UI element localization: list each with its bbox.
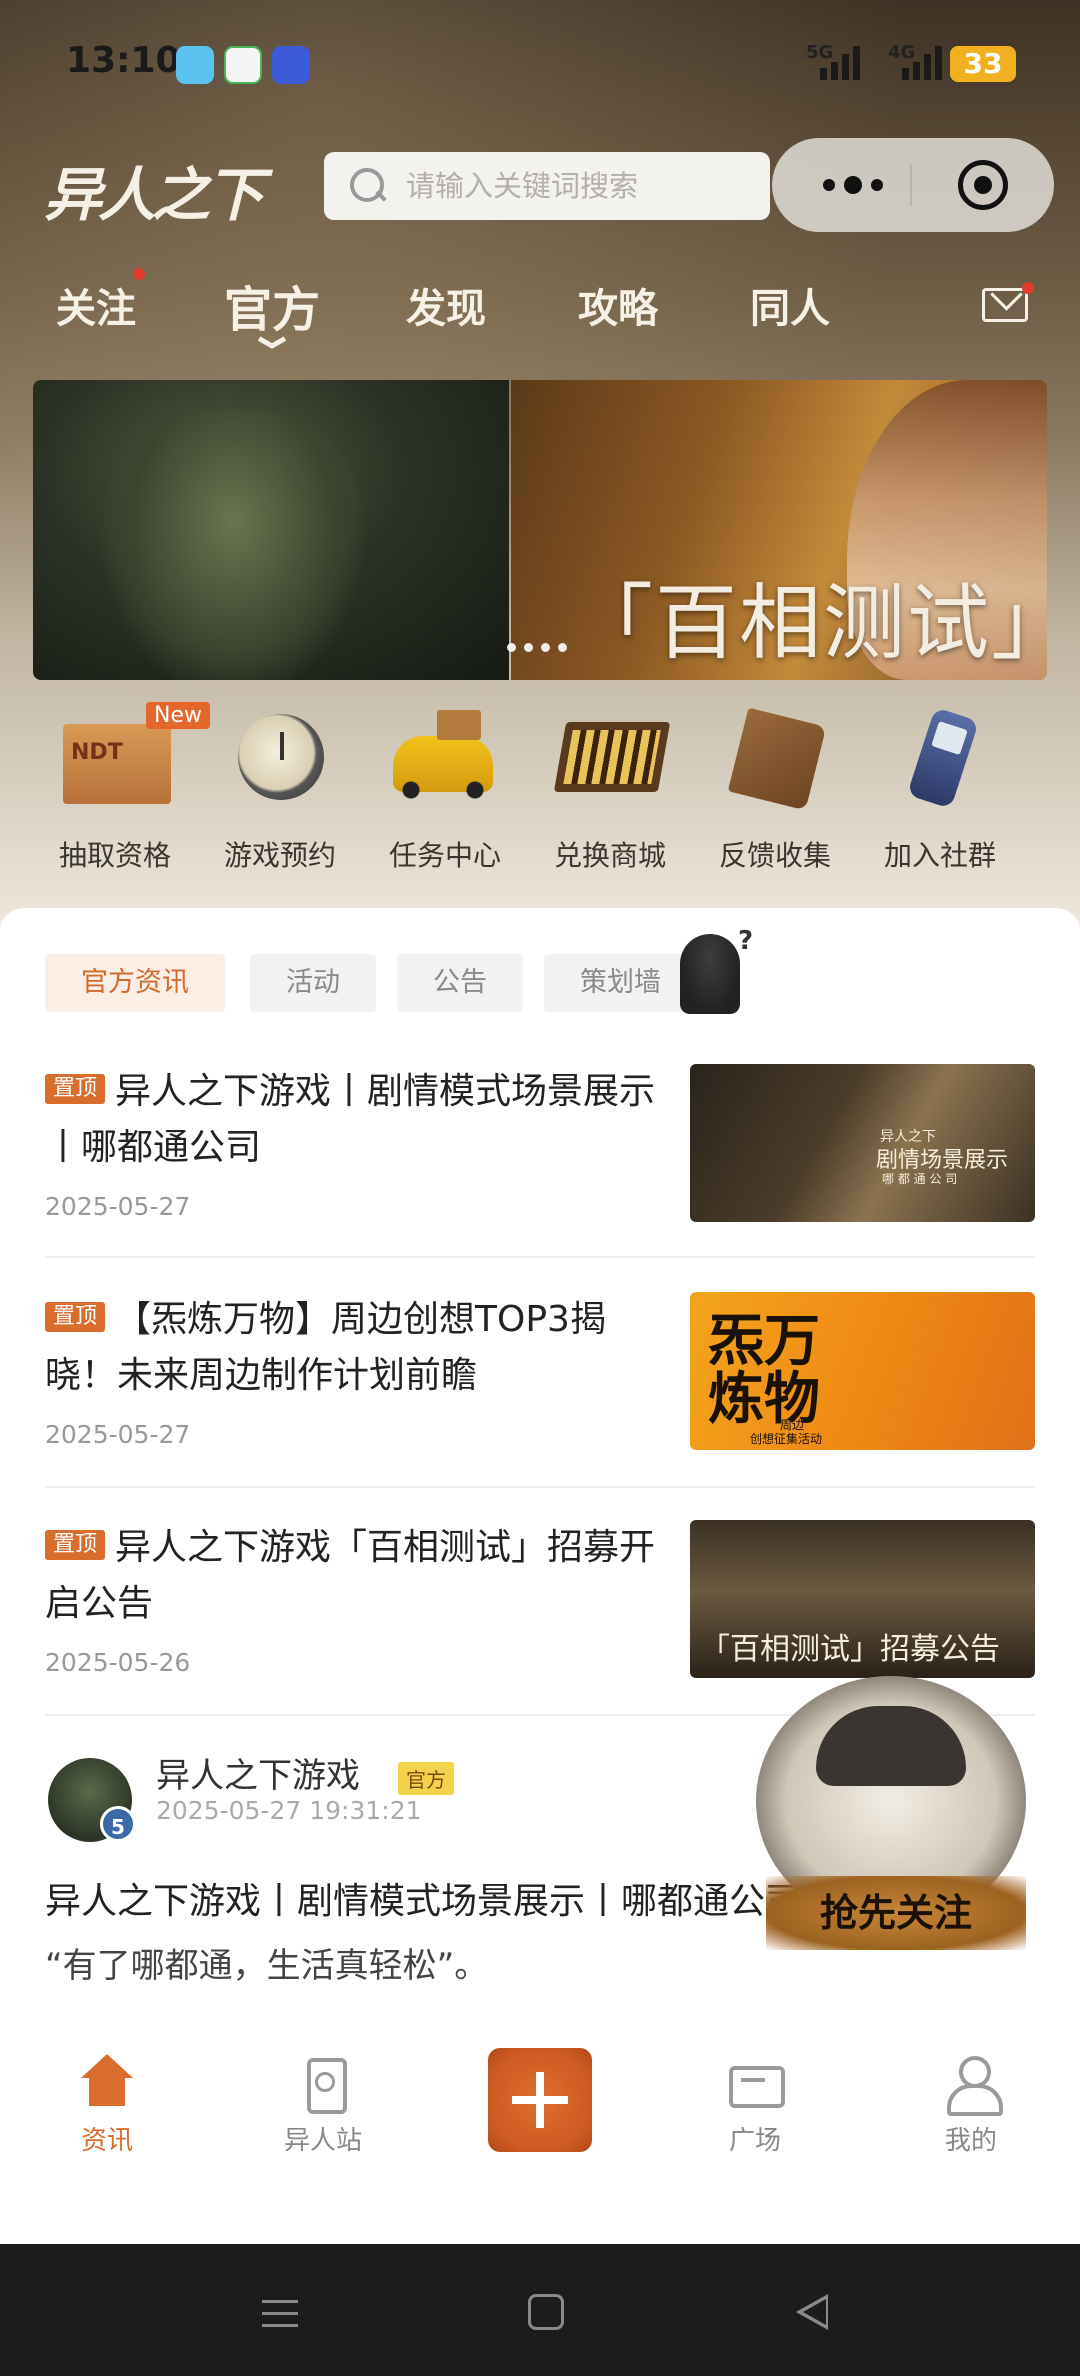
news-title: 置顶 异人之下游戏丨剧情模式场景展示丨哪都通公司 — [45, 1071, 656, 1168]
level-badge: 5 — [100, 1806, 136, 1842]
search-bar[interactable] — [324, 152, 770, 220]
tab-follow-dot — [133, 268, 145, 280]
mascot-icon — [672, 926, 753, 1016]
entry-feedback[interactable]: 反馈收集 — [700, 706, 850, 874]
tab-fanart[interactable]: 同人 — [750, 276, 830, 334]
tab-news[interactable]: 资讯 — [42, 2052, 172, 2157]
news-thumbnail: 「百相测试」招募公告 — [690, 1520, 1035, 1678]
clock-icon — [238, 714, 324, 800]
official-badge: 官方 — [398, 1762, 454, 1795]
home-icon — [77, 2052, 137, 2112]
banner-carousel[interactable]: 「百相测试」 — [33, 380, 1047, 680]
status-bar: 13:10 5G 4G 33 — [0, 0, 1080, 125]
mobile-phone-icon — [906, 707, 980, 809]
banner-title: 「百相测试」 — [571, 576, 1047, 671]
divider — [45, 1486, 1035, 1488]
tab-station[interactable]: 异人站 — [258, 2052, 388, 2157]
notebook-icon — [727, 707, 827, 811]
app-icon-1 — [176, 46, 214, 84]
signal-5g-icon — [820, 44, 860, 80]
entry-label: 游戏预约 — [223, 839, 336, 872]
more-icon[interactable] — [808, 162, 898, 208]
chat-bubble-icon — [725, 2052, 785, 2112]
news-title: 置顶 【炁炼万物】周边创想TOP3揭晓！未来周边制作计划前瞻 — [45, 1299, 606, 1396]
bottom-tab-bar: 资讯 异人站 广场 我的 — [0, 2020, 1080, 2244]
tab-guide[interactable]: 攻略 — [578, 276, 658, 334]
entry-label: 任务中心 — [388, 839, 501, 872]
id-badge-icon — [293, 2052, 353, 2114]
search-input[interactable] — [406, 169, 766, 203]
chip-events[interactable]: 活动 — [250, 954, 376, 1012]
mail-icon[interactable] — [982, 288, 1028, 322]
news-date: 2025-05-27 — [45, 1420, 191, 1449]
divider — [45, 1256, 1035, 1258]
tab-me[interactable]: 我的 — [906, 2052, 1036, 2157]
post-timestamp: 2025-05-27 19:31:21 — [156, 1796, 422, 1825]
post-author[interactable]: 异人之下游戏 — [156, 1748, 360, 1797]
tab-follow[interactable]: 关注 — [56, 276, 136, 334]
search-icon — [348, 166, 388, 206]
chevron-down-icon — [258, 340, 286, 350]
follow-floating-button[interactable]: 抢先关注 — [736, 1676, 1056, 1976]
tab-label: 异人站 — [283, 2126, 362, 2156]
mini-program-capsule — [772, 138, 1054, 232]
app-icon-2 — [224, 46, 262, 84]
tab-label: 资讯 — [80, 2126, 133, 2156]
banner-image-right: 「百相测试」 — [511, 380, 1047, 680]
entry-draw-qualification[interactable]: 抽取资格 — [40, 706, 190, 874]
chip-announcements[interactable]: 公告 — [397, 954, 523, 1012]
tab-label: 广场 — [728, 2126, 781, 2156]
new-badge: New — [146, 702, 210, 729]
app-logo: 异人之下 — [44, 161, 264, 229]
post-title[interactable]: 异人之下游戏丨剧情模式场景展示丨哪都通公司 — [45, 1872, 801, 1924]
signal-4g-icon — [902, 44, 942, 80]
news-item[interactable]: 置顶 异人之下游戏丨剧情模式场景展示丨哪都通公司 2025-05-27 异人之下 … — [45, 1064, 1035, 1224]
tab-plaza[interactable]: 广场 — [690, 2052, 820, 2157]
news-title: 置顶 异人之下游戏「百相测试」招募开启公告 — [45, 1527, 656, 1624]
entry-task-center[interactable]: 任务中心 — [370, 706, 520, 874]
news-thumbnail: 炁万 炼物 周边 创想征集活动 — [690, 1292, 1035, 1450]
system-navigation-bar — [0, 2244, 1080, 2376]
entry-join-community[interactable]: 加入社群 — [865, 706, 1015, 874]
status-time: 13:10 — [66, 40, 181, 81]
app-icon-3 — [272, 46, 310, 84]
news-date: 2025-05-26 — [45, 1648, 191, 1677]
user-icon — [941, 2052, 1003, 2116]
scooter-icon — [393, 710, 493, 800]
package-box-icon — [63, 724, 171, 804]
banner-image-left — [33, 380, 509, 680]
battery-icon: 33 — [950, 46, 1016, 82]
news-date: 2025-05-27 — [45, 1192, 191, 1221]
pinned-badge: 置顶 — [45, 1302, 106, 1332]
tab-label: 我的 — [944, 2126, 997, 2156]
pinned-badge: 置顶 — [45, 1530, 106, 1560]
back-triangle-icon[interactable] — [796, 2294, 832, 2330]
menu-icon[interactable] — [262, 2300, 298, 2328]
entry-label: 抽取资格 — [58, 839, 171, 872]
entry-label: 反馈收集 — [718, 839, 831, 872]
tab-discover[interactable]: 发现 — [406, 276, 486, 334]
post-description: “有了哪都通，生活真轻松”。 — [45, 1946, 489, 1986]
pinned-badge: 置顶 — [45, 1074, 106, 1104]
news-item[interactable]: 置顶 异人之下游戏「百相测试」招募开启公告 2025-05-26 「百相测试」招募… — [45, 1520, 1035, 1680]
tab-official[interactable]: 官方 — [224, 270, 320, 340]
abacus-icon — [553, 722, 671, 792]
news-item[interactable]: 置顶 【炁炼万物】周边创想TOP3揭晓！未来周边制作计划前瞻 2025-05-27… — [45, 1292, 1035, 1452]
news-thumbnail: 异人之下 剧情场景展示 哪 都 通 公 司 — [690, 1064, 1035, 1222]
home-square-icon[interactable] — [528, 2294, 564, 2330]
entry-label: 兑换商城 — [553, 839, 666, 872]
mail-dot — [1022, 282, 1034, 294]
entry-label: 加入社群 — [883, 839, 996, 872]
follow-label: 抢先关注 — [766, 1876, 1026, 1950]
create-post-button[interactable] — [488, 2048, 592, 2152]
carousel-indicator — [507, 643, 567, 652]
close-miniprogram-icon[interactable] — [958, 160, 1008, 210]
entry-exchange-shop[interactable]: 兑换商城 — [535, 706, 685, 874]
entry-game-reservation[interactable]: 游戏预约 — [205, 706, 355, 874]
capsule-divider — [910, 164, 912, 206]
chip-official-news[interactable]: 官方资讯 — [45, 954, 225, 1012]
